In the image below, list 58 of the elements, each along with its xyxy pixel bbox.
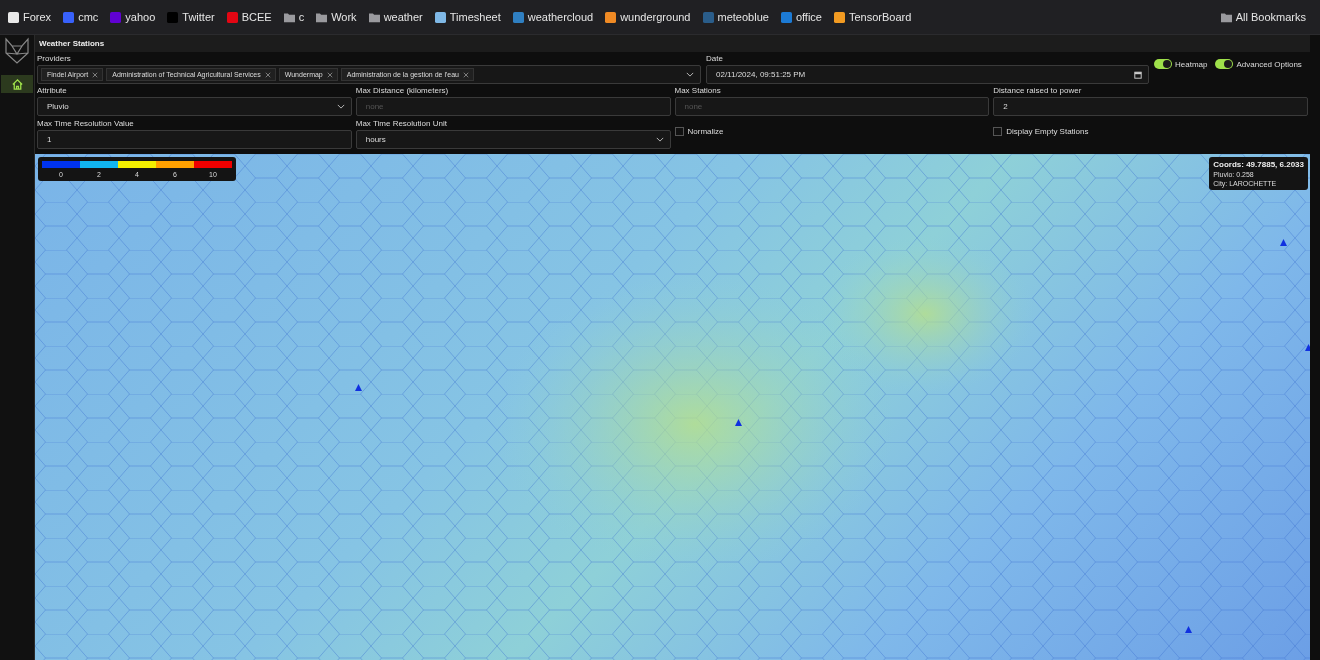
folder-icon [368, 11, 380, 23]
bookmark-link[interactable]: TensorBoard [833, 11, 912, 23]
input-field[interactable]: 1 [37, 130, 352, 149]
folder-icon [283, 11, 295, 23]
bookmark-link[interactable]: cmc [63, 11, 99, 23]
remove-icon[interactable] [92, 71, 99, 78]
bookmark-link[interactable]: weathercloud [512, 11, 594, 23]
field-label: Providers [37, 54, 72, 63]
bookmark-link[interactable]: meteoblue [702, 11, 769, 23]
checkbox[interactable] [993, 127, 1003, 136]
bookmark-link[interactable]: weather [368, 11, 423, 23]
fox-logo-icon [3, 37, 31, 65]
field-label: Distance raised to power [993, 86, 1083, 95]
all-bookmarks-link[interactable]: All Bookmarks [1220, 11, 1306, 23]
field-label: Max Time Resolution Unit [355, 119, 448, 128]
field-label: Max Stations [674, 86, 722, 95]
select-field[interactable]: Pluvio [37, 97, 352, 116]
remove-icon[interactable] [326, 71, 333, 78]
remove-icon[interactable] [264, 71, 271, 78]
station-marker-icon[interactable] [355, 384, 362, 391]
folder-icon [316, 11, 328, 23]
toggle-label: Advanced Options [1236, 59, 1302, 69]
input-field[interactable]: 2 [993, 97, 1308, 116]
date-field[interactable]: 02/11/2024, 09:51:25 PM [706, 65, 1149, 84]
home-button[interactable] [1, 75, 33, 93]
checkbox-label: Display Empty Stations [1006, 127, 1089, 136]
bookmark-link[interactable]: Work [316, 11, 357, 23]
home-icon [10, 77, 24, 91]
bookmark-link[interactable]: wunderground [605, 11, 691, 23]
select-field[interactable]: hours [355, 130, 671, 149]
station-marker-icon[interactable] [1185, 626, 1192, 633]
caret-icon [686, 72, 694, 77]
bookmark-link[interactable]: Timesheet [434, 11, 501, 23]
checkbox-label: Normalize [687, 127, 724, 136]
toggle-switch[interactable] [1154, 59, 1172, 69]
field-label: Max Distance (kilometers) [355, 86, 450, 95]
field-label: Date [706, 54, 724, 63]
calendar-icon [1134, 70, 1142, 79]
field-label: Attribute [37, 86, 68, 95]
remove-icon[interactable] [463, 71, 469, 78]
station-marker-icon[interactable] [1305, 344, 1310, 351]
station-marker-icon[interactable] [1280, 239, 1287, 246]
field-label: Max Time Resolution Value [37, 119, 135, 128]
checkbox[interactable] [674, 127, 684, 136]
tooltip-title: Coords: 49.7885, 6.2033 [1213, 160, 1304, 169]
bookmark-link[interactable]: Twitter [167, 11, 215, 23]
caret-icon [336, 104, 345, 109]
bookmark-link[interactable]: c [283, 11, 305, 23]
bookmark-link[interactable]: BCEE [226, 11, 272, 23]
folder-icon [1220, 11, 1232, 23]
page-title: Weather Stations [35, 35, 1310, 52]
station-marker-icon[interactable] [735, 419, 742, 426]
caret-icon [655, 137, 664, 142]
bookmark-link[interactable]: Forex [8, 11, 52, 23]
toggle-label: Heatmap [1175, 59, 1208, 69]
bookmark-link[interactable]: yahoo [110, 11, 156, 23]
toggle-switch[interactable] [1215, 59, 1234, 69]
bookmark-link[interactable]: office [780, 11, 822, 23]
